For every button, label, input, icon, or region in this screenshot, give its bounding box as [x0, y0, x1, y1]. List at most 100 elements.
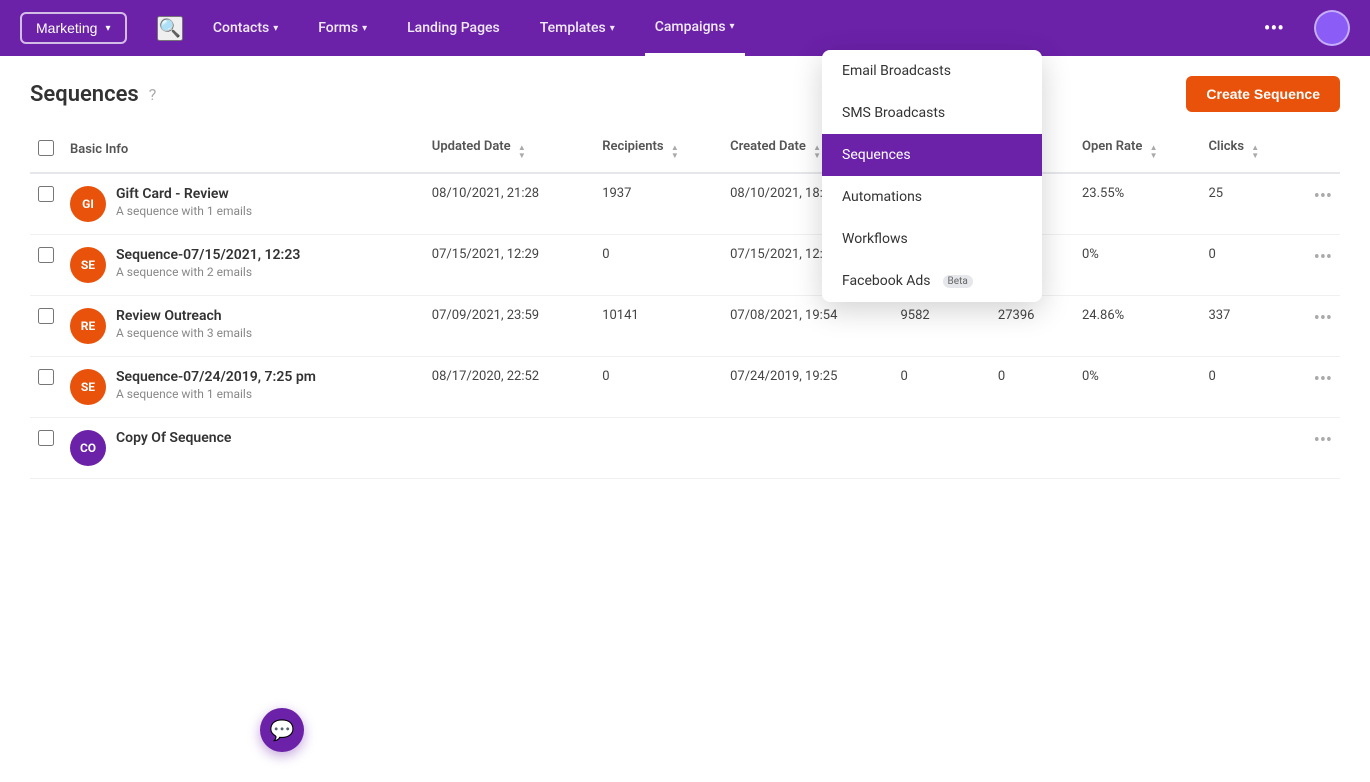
main-content: Sequences ? Create Sequence Basic Info: [0, 56, 1370, 782]
row-clicks-0: 25: [1200, 173, 1292, 235]
created-date-sort-icon[interactable]: ▲▼: [813, 144, 821, 160]
basic-info-cell-3: SE Sequence-07/24/2019, 7:25 pm A sequen…: [62, 357, 424, 418]
row-opened-4: [990, 418, 1074, 479]
dropdown-item-facebook-ads[interactable]: Facebook Ads Beta: [822, 260, 1042, 302]
row-recipients-1: 0: [594, 235, 722, 296]
row-clicks-2: 337: [1200, 296, 1292, 357]
row-desc-1: A sequence with 2 emails: [116, 265, 300, 279]
row-delivered-4: [892, 418, 989, 479]
col-basic-info: Basic Info: [62, 127, 424, 173]
row-updated-1: 07/15/2021, 12:29: [424, 235, 594, 296]
row-recipients-3: 0: [594, 357, 722, 418]
nav-contacts[interactable]: Contacts ▾: [203, 2, 288, 54]
nav-campaigns[interactable]: Campaigns ▾: [645, 1, 745, 56]
dropdown-item-sequences[interactable]: Sequences: [822, 134, 1042, 176]
dropdown-item-sms-broadcasts[interactable]: SMS Broadcasts: [822, 92, 1042, 134]
basic-info-cell-4: CO Copy Of Sequence: [62, 418, 424, 479]
dropdown-item-email-broadcasts[interactable]: Email Broadcasts: [822, 50, 1042, 92]
row-avatar-4: CO: [70, 430, 106, 466]
table-header-row: Basic Info Updated Date ▲▼ Recipients ▲▼…: [30, 127, 1340, 173]
row-open-rate-2: 24.86%: [1074, 296, 1200, 357]
row-checkbox-cell-1: [30, 235, 62, 296]
col-open-rate: Open Rate ▲▼: [1074, 127, 1200, 173]
row-clicks-3: 0: [1200, 357, 1292, 418]
row-checkbox-0[interactable]: [38, 186, 54, 202]
col-updated-date: Updated Date ▲▼: [424, 127, 594, 173]
row-open-rate-1: 0%: [1074, 235, 1200, 296]
row-checkbox-1[interactable]: [38, 247, 54, 263]
col-recipients: Recipients ▲▼: [594, 127, 722, 173]
row-open-rate-4: [1074, 418, 1200, 479]
marketing-label: Marketing: [36, 20, 97, 36]
basic-info-cell-2: RE Review Outreach A sequence with 3 ema…: [62, 296, 424, 357]
marketing-dropdown-btn[interactable]: Marketing ▾: [20, 12, 127, 44]
row-opened-2: 27396: [990, 296, 1074, 357]
basic-info-cell-0: GI Gift Card - Review A sequence with 1 …: [62, 173, 424, 235]
create-sequence-button[interactable]: Create Sequence: [1186, 76, 1340, 112]
help-icon[interactable]: ?: [149, 85, 157, 104]
table-body: GI Gift Card - Review A sequence with 1 …: [30, 173, 1340, 479]
row-created-4: [722, 418, 892, 479]
clicks-sort-icon[interactable]: ▲▼: [1251, 144, 1259, 160]
row-actions-2[interactable]: •••: [1293, 296, 1340, 357]
row-actions-0[interactable]: •••: [1293, 173, 1340, 235]
chat-button[interactable]: 💬: [260, 708, 304, 752]
table-row: RE Review Outreach A sequence with 3 ema…: [30, 296, 1340, 357]
row-open-rate-3: 0%: [1074, 357, 1200, 418]
table-row: SE Sequence-07/15/2021, 12:23 A sequence…: [30, 235, 1340, 296]
row-checkbox-cell-4: [30, 418, 62, 479]
table-container: Basic Info Updated Date ▲▼ Recipients ▲▼…: [0, 127, 1370, 773]
dropdown-item-automations[interactable]: Automations: [822, 176, 1042, 218]
row-opened-3: 0: [990, 357, 1074, 418]
row-checkbox-4[interactable]: [38, 430, 54, 446]
table-row: CO Copy Of Sequence •••: [30, 418, 1340, 479]
dropdown-item-workflows[interactable]: Workflows: [822, 218, 1042, 260]
row-name-1[interactable]: Sequence-07/15/2021, 12:23: [116, 247, 300, 263]
row-avatar-3: SE: [70, 369, 106, 405]
row-actions-4[interactable]: •••: [1293, 418, 1340, 479]
row-created-2: 07/08/2021, 19:54: [722, 296, 892, 357]
beta-badge: Beta: [943, 275, 973, 288]
select-all-checkbox[interactable]: [38, 140, 54, 156]
row-open-rate-0: 23.55%: [1074, 173, 1200, 235]
row-name-4[interactable]: Copy Of Sequence: [116, 430, 231, 446]
select-all-checkbox-cell: [30, 127, 62, 173]
avatar[interactable]: [1314, 10, 1350, 46]
table-row: GI Gift Card - Review A sequence with 1 …: [30, 173, 1340, 235]
row-clicks-1: 0: [1200, 235, 1292, 296]
nav-templates[interactable]: Templates ▾: [530, 2, 625, 54]
row-checkbox-cell-2: [30, 296, 62, 357]
row-actions-1[interactable]: •••: [1293, 235, 1340, 296]
row-checkbox-cell-0: [30, 173, 62, 235]
row-avatar-0: GI: [70, 186, 106, 222]
row-checkbox-3[interactable]: [38, 369, 54, 385]
page-header: Sequences ? Create Sequence: [0, 56, 1370, 127]
page-title-row: Sequences ?: [30, 82, 156, 107]
search-button[interactable]: 🔍: [157, 16, 183, 41]
row-updated-2: 07/09/2021, 23:59: [424, 296, 594, 357]
row-avatar-1: SE: [70, 247, 106, 283]
updated-date-sort-icon[interactable]: ▲▼: [518, 144, 526, 160]
row-delivered-3: 0: [892, 357, 989, 418]
open-rate-sort-icon[interactable]: ▲▼: [1150, 144, 1158, 160]
row-name-2[interactable]: Review Outreach: [116, 308, 252, 324]
recipients-sort-icon[interactable]: ▲▼: [671, 144, 679, 160]
forms-caret-icon: ▾: [362, 23, 367, 34]
row-updated-4: [424, 418, 594, 479]
nav-forms[interactable]: Forms ▾: [308, 2, 377, 54]
row-delivered-2: 9582: [892, 296, 989, 357]
row-name-3[interactable]: Sequence-07/24/2019, 7:25 pm: [116, 369, 316, 385]
more-options-button[interactable]: •••: [1254, 6, 1294, 50]
row-checkbox-2[interactable]: [38, 308, 54, 324]
campaigns-dropdown: Email Broadcasts SMS Broadcasts Sequence…: [822, 50, 1042, 302]
row-avatar-2: RE: [70, 308, 106, 344]
row-desc-2: A sequence with 3 emails: [116, 326, 252, 340]
row-recipients-4: [594, 418, 722, 479]
row-actions-3[interactable]: •••: [1293, 357, 1340, 418]
row-updated-0: 08/10/2021, 21:28: [424, 173, 594, 235]
row-recipients-0: 1937: [594, 173, 722, 235]
col-actions: [1293, 127, 1340, 173]
table-row: SE Sequence-07/24/2019, 7:25 pm A sequen…: [30, 357, 1340, 418]
nav-landing-pages[interactable]: Landing Pages: [397, 2, 510, 54]
row-name-0[interactable]: Gift Card - Review: [116, 186, 252, 202]
